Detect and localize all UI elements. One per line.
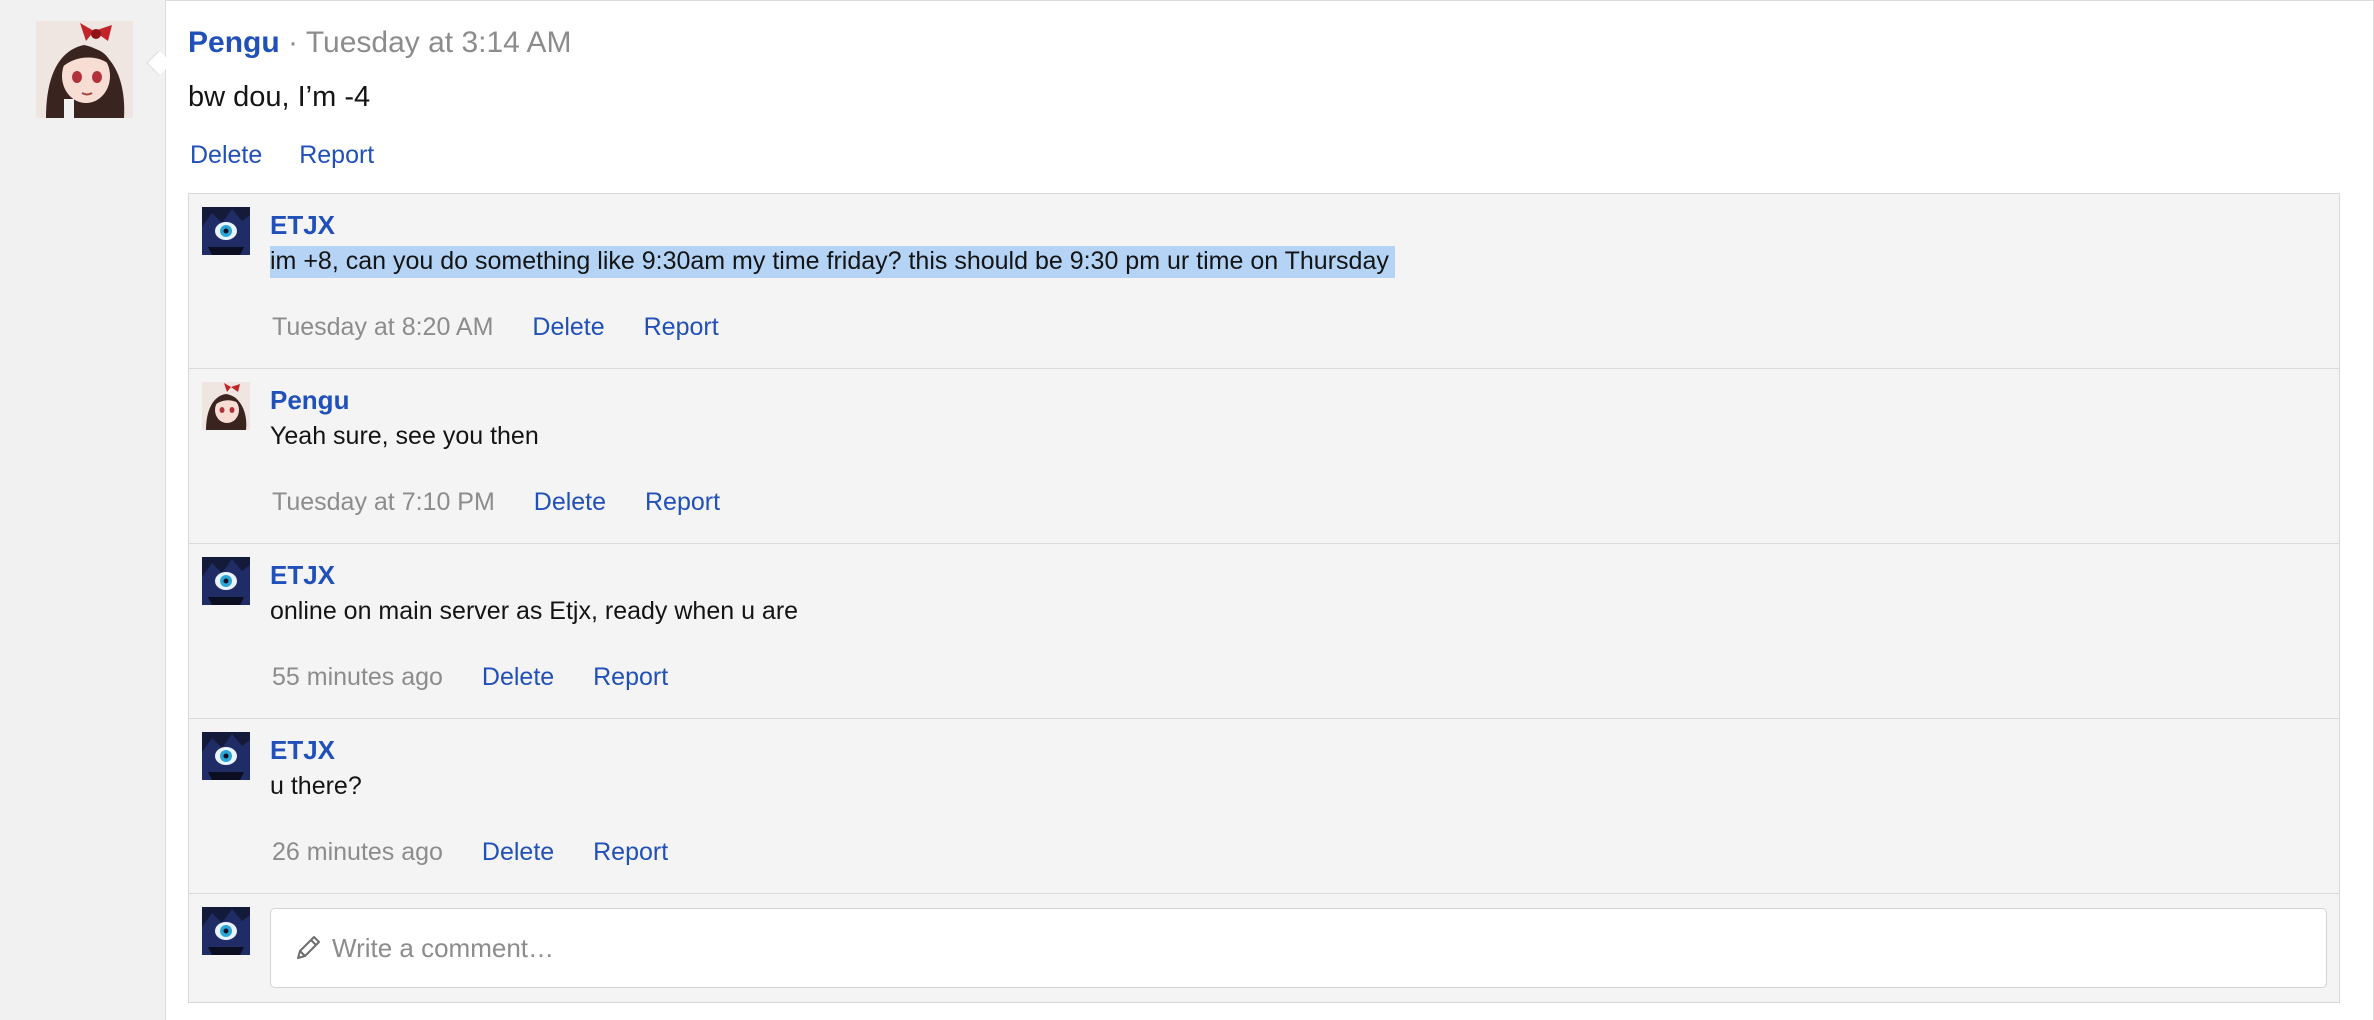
comment-delete-link[interactable]: Delete [482, 838, 554, 866]
comment-delete-link[interactable]: Delete [534, 488, 606, 516]
post-actions: Delete Report [190, 140, 404, 170]
comment-body: u there? [270, 769, 362, 803]
comment-author-link[interactable]: ETJX [270, 560, 335, 590]
comment-composer: Write a comment… [189, 894, 2339, 1002]
post-header: Pengu · Tuesday at 3:14 AM [188, 26, 572, 60]
comment-delete-link[interactable]: Delete [532, 313, 604, 341]
pengu-avatar-image [202, 382, 250, 430]
comment-body-text: online on main server as Etjx, ready whe… [270, 597, 799, 625]
comment-meta: 26 minutes ago Delete Report [272, 837, 700, 867]
comment-report-link[interactable]: Report [645, 488, 720, 516]
comment-avatar[interactable] [202, 732, 250, 780]
post-timestamp[interactable]: Tuesday at 3:14 AM [306, 26, 572, 59]
comment-body: online on main server as Etjx, ready whe… [270, 594, 798, 628]
composer-avatar [202, 907, 250, 955]
etjx-avatar-image [202, 207, 250, 255]
comment-body-text: Yeah sure, see you then [270, 422, 539, 450]
etjx-avatar-image [202, 907, 250, 955]
comment-timestamp[interactable]: 55 minutes ago [272, 663, 443, 691]
pengu-avatar-image [36, 21, 133, 118]
comment-report-link[interactable]: Report [644, 313, 719, 341]
comment-body-text: u there? [270, 772, 362, 800]
post-body: bw dou, I’m -4 [188, 81, 371, 113]
comment-item: Pengu Yeah sure, see you then Tuesday at… [189, 369, 2339, 544]
comment-report-link[interactable]: Report [593, 663, 668, 691]
etjx-avatar-image [202, 732, 250, 780]
comment-avatar[interactable] [202, 207, 250, 255]
comment-avatar[interactable] [202, 382, 250, 430]
comment-author-link[interactable]: Pengu [270, 385, 349, 415]
comment-meta: Tuesday at 7:10 PM Delete Report [272, 487, 752, 517]
comment-author-link[interactable]: ETJX [270, 735, 335, 765]
comment-author-link[interactable]: ETJX [270, 210, 335, 240]
post-author-link[interactable]: Pengu [188, 26, 280, 59]
comment-body: im +8, can you do something like 9:30am … [270, 244, 1395, 278]
post-delete-link[interactable]: Delete [190, 141, 262, 169]
comment-timestamp[interactable]: 26 minutes ago [272, 838, 443, 866]
etjx-avatar-image [202, 557, 250, 605]
comment-timestamp[interactable]: Tuesday at 8:20 AM [272, 313, 493, 341]
comment-meta: 55 minutes ago Delete Report [272, 662, 700, 692]
comment-item: ETJX u there? 26 minutes ago Delete Repo… [189, 719, 2339, 894]
pencil-icon [297, 936, 320, 959]
post-report-link[interactable]: Report [299, 141, 374, 169]
comment-timestamp[interactable]: Tuesday at 7:10 PM [272, 488, 495, 516]
comment-avatar[interactable] [202, 557, 250, 605]
comment-item: ETJX im +8, can you do something like 9:… [189, 194, 2339, 369]
comment-report-link[interactable]: Report [593, 838, 668, 866]
comment-body: Yeah sure, see you then [270, 419, 539, 453]
comment-body-text: im +8, can you do something like 9:30am … [270, 246, 1395, 278]
comment-meta: Tuesday at 8:20 AM Delete Report [272, 312, 751, 342]
comment-delete-link[interactable]: Delete [482, 663, 554, 691]
comments-list: ETJX im +8, can you do something like 9:… [188, 193, 2340, 1003]
comment-input-placeholder: Write a comment… [332, 933, 555, 963]
post-author-gutter [0, 0, 166, 1020]
comment-item: ETJX online on main server as Etjx, read… [189, 544, 2339, 719]
post-meta-separator: · [288, 26, 299, 59]
comment-input[interactable]: Write a comment… [270, 908, 2327, 988]
post-author-avatar[interactable] [36, 21, 133, 118]
